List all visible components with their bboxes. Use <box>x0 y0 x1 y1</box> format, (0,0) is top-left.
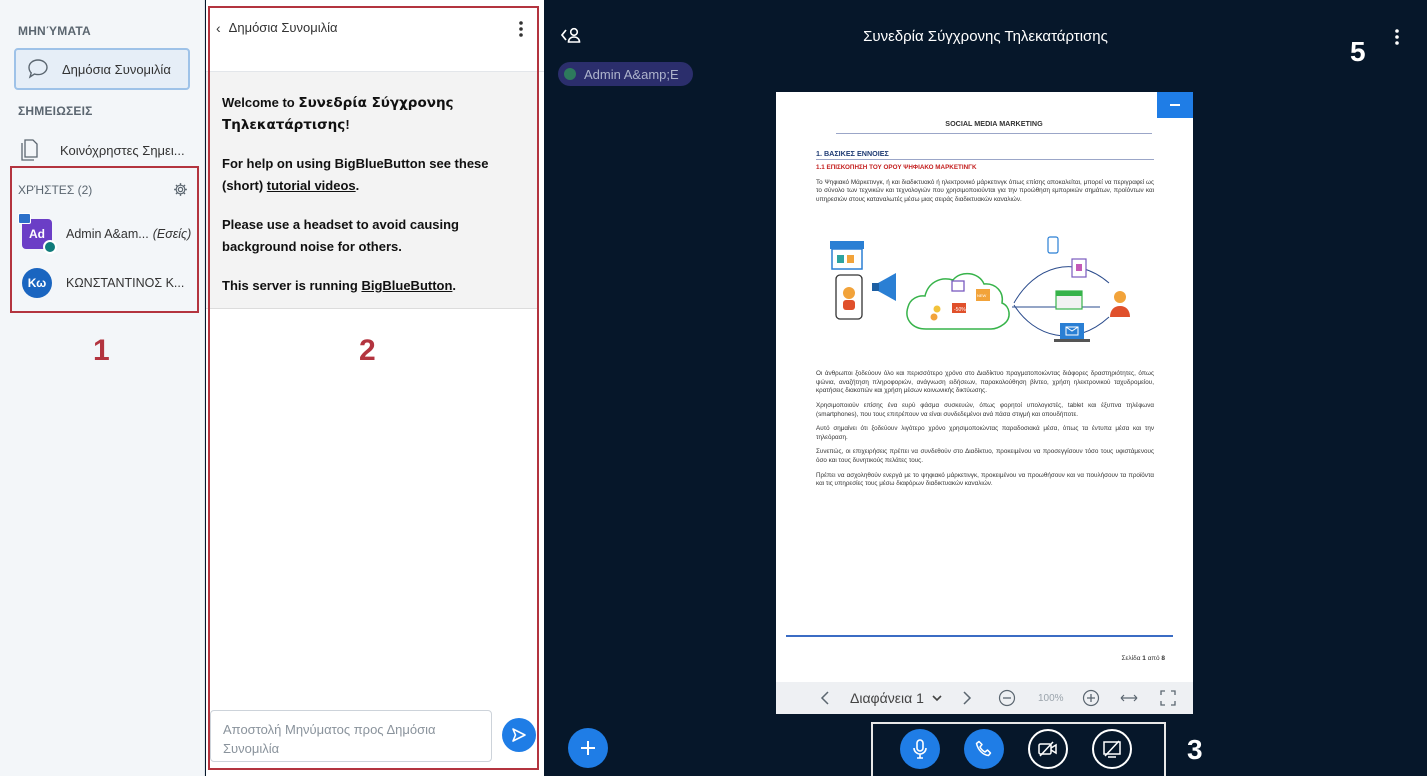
bigbluebutton-link[interactable]: BigBlueButton <box>361 278 452 293</box>
talking-indicator: Admin A&amp;E <box>558 62 693 86</box>
doc-paragraph: Αυτό σημαίνει ότι ξοδεύουν λιγότερο χρόν… <box>816 425 1154 441</box>
annotation-marker-1: 1 <box>93 334 110 367</box>
chat-header: ‹ Δημόσια Συνομιλία <box>206 0 544 72</box>
plus-icon <box>581 741 595 755</box>
presentation-toolbar: Διαφάνεια 1 100% <box>776 682 1193 714</box>
zoom-level: 100% <box>1038 692 1064 704</box>
help-line: For help on using BigBlueButton see thes… <box>222 156 489 193</box>
presentation-area: Συνεδρία Σύγχρονης Τηλεκατάρτισης 5 Admi… <box>544 0 1427 776</box>
doc-paragraph: Το Ψηφιακό Μάρκετινγκ, ή και διαδικτυακό… <box>816 178 1154 203</box>
headset-line: Please use a headset to avoid causing ba… <box>222 217 459 254</box>
chevron-down-icon <box>932 695 942 702</box>
doc-heading: 1. ΒΑΣΙΚΕΣ ΕΝΝΟΙΕΣ <box>816 149 1154 161</box>
send-button[interactable] <box>502 718 536 752</box>
public-chat-label: Δημόσια Συνομιλία <box>62 61 171 77</box>
talking-dot-icon <box>564 68 576 80</box>
notes-heading: ΣΗΜΕΙΩΣΕΙΣ <box>18 104 93 118</box>
camera-off-icon <box>1038 741 1057 757</box>
presentation-slide[interactable]: SOCIAL MEDIA MARKETING 1. ΒΑΣΙΚΕΣ ΕΝΝΟΙΕ… <box>776 92 1193 714</box>
shared-notes-label: Κοινόχρηστες Σημει... <box>60 142 185 158</box>
user-list-sidebar: ΜΗΝΎΜΑΤΑ Δημόσια Συνομιλία ΣΗΜΕΙΩΣΕΙΣ Κο… <box>0 0 205 776</box>
shared-notes-button[interactable]: Κοινόχρηστες Σημει... <box>20 134 196 166</box>
actions-button[interactable] <box>568 728 608 768</box>
slide-select[interactable]: Διαφάνεια 1 <box>850 690 942 706</box>
slide-document: SOCIAL MEDIA MARKETING 1. ΒΑΣΙΚΕΣ ΕΝΝΟΙΕ… <box>816 114 1154 495</box>
chat-bubble-icon <box>28 59 48 79</box>
phone-icon <box>975 740 992 757</box>
microphone-icon <box>913 739 927 759</box>
talker-name: Admin A&amp;E <box>584 66 679 82</box>
doc-paragraph: Συνεπώς, οι επιχειρήσεις πρέπει να συνδε… <box>816 448 1154 464</box>
doc-paragraph: Οι άνθρωποι ξοδεύουν όλο και περισσότερο… <box>816 370 1154 395</box>
minimize-presentation-button[interactable] <box>1157 92 1193 118</box>
users-highlight-box <box>10 166 199 313</box>
slide-select-label: Διαφάνεια 1 <box>850 690 924 706</box>
zoom-out-icon[interactable] <box>998 689 1016 707</box>
new-tag: NEW <box>977 293 987 298</box>
sale-tag: -50% <box>954 307 966 313</box>
screen-share-off-icon <box>1103 740 1121 758</box>
share-webcam-button[interactable] <box>1028 729 1068 769</box>
public-chat-button[interactable]: Δημόσια Συνομιλία <box>14 48 190 90</box>
welcome-line: Welcome to Συνεδρία Σύγχρονης Τηλεκατάρτ… <box>222 95 454 133</box>
zoom-in-icon[interactable] <box>1082 689 1100 707</box>
more-options-icon[interactable] <box>1394 28 1400 46</box>
welcome-message: Welcome to Συνεδρία Σύγχρονης Τηλεκατάρτ… <box>206 72 538 309</box>
more-options-icon[interactable] <box>518 20 524 38</box>
meeting-title: Συνεδρία Σύγχρονης Τηλεκατάρτισης <box>863 28 1108 45</box>
share-screen-button[interactable] <box>1092 729 1132 769</box>
doc-paragraph: Χρησιμοποιούν επίσης ένα ευρύ φάσμα συσκ… <box>816 401 1154 418</box>
chat-title[interactable]: Δημόσια Συνομιλία <box>229 20 338 35</box>
document-icon <box>21 139 38 161</box>
server-line: This server is running BigBlueButton. <box>222 278 457 293</box>
leave-audio-button[interactable] <box>964 729 1004 769</box>
doc-footer-rule <box>786 635 1173 637</box>
doc-subheading: 1.1 ΕΠΙΣΚΟΠΗΣΗ ΤΟΥ ΟΡΟΥ ΨΗΦΙΑΚΟ ΜΑΡΚΕΤΙΝ… <box>816 164 977 172</box>
doc-paragraph: Πρέπει να ασχοληθούν ενεργά με το ψηφιακ… <box>816 471 1154 488</box>
chat-panel: ‹ Δημόσια Συνομιλία Welcome to Συνεδρία … <box>206 0 544 776</box>
tutorial-videos-link[interactable]: tutorial videos <box>267 178 356 193</box>
annotation-marker-5: 5 <box>1350 36 1366 67</box>
fit-width-icon[interactable] <box>1120 693 1138 703</box>
doc-title: SOCIAL MEDIA MARKETING <box>836 114 1152 134</box>
fullscreen-icon[interactable] <box>1160 690 1176 706</box>
doc-page-number: Σελίδα 1 από 8 <box>1121 655 1165 662</box>
messages-heading: ΜΗΝΎΜΑΤΑ <box>18 24 91 38</box>
annotation-marker-3: 3 <box>1187 734 1203 765</box>
annotation-marker-2: 2 <box>359 334 376 367</box>
digital-marketing-illustration: -50% NEW <box>830 235 1130 342</box>
next-slide-icon[interactable] <box>962 691 972 705</box>
mute-button[interactable] <box>900 729 940 769</box>
chat-message-input[interactable]: Αποστολή Μηνύματος προς Δημόσια Συνομιλί… <box>210 710 492 762</box>
chevron-left-icon[interactable]: ‹ <box>216 20 221 36</box>
previous-slide-icon[interactable] <box>820 691 830 705</box>
send-icon <box>512 728 526 742</box>
minus-icon <box>1170 104 1180 106</box>
